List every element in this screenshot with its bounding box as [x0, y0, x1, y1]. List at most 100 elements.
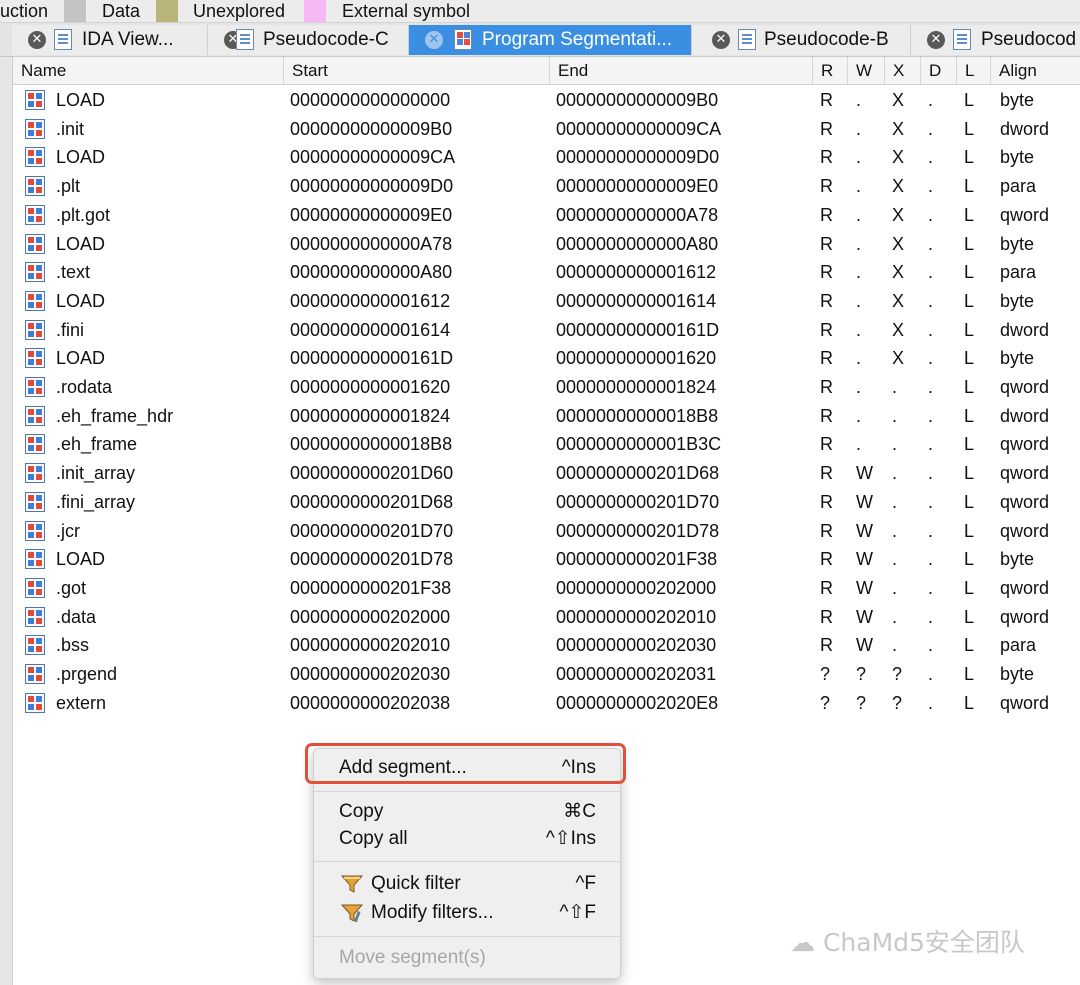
cell-d: .: [928, 377, 934, 397]
cell-l: L: [964, 204, 975, 225]
cell-end: 00000000000009B0: [556, 90, 719, 110]
cell-x: .: [892, 635, 898, 656]
table-row[interactable]: .fini 0000000000001614 000000000000161D R. X…: [13, 316, 1080, 345]
cell-d: .: [928, 118, 934, 139]
cell-r: R: [820, 176, 833, 197]
cell-align: byte: [1000, 290, 1035, 311]
table-row[interactable]: .eh_frame_hdr 0000000000001824 00000000000…: [13, 402, 1080, 431]
table-row[interactable]: extern 0000000000202038 00000000002020E8??…: [13, 689, 1080, 718]
cell-start: 0000000000202000: [290, 606, 451, 627]
column-header-r[interactable]: R: [813, 57, 848, 84]
column-header-start[interactable]: Start: [284, 57, 550, 84]
cell-x: .: [892, 520, 898, 541]
table-row[interactable]: .fini_array 0000000000201D68 0000000000201…: [13, 488, 1080, 517]
cell-w: W: [856, 635, 873, 656]
segment-color-legend: uction Data Unexplored External symbol: [0, 0, 1080, 23]
column-header-name[interactable]: Name: [13, 57, 284, 84]
cell-start: 00000000000009E0: [290, 204, 453, 225]
segment-icon: [25, 90, 45, 110]
column-header-l[interactable]: L: [957, 57, 991, 84]
cell-d: .: [928, 692, 934, 713]
tab-pseudocode[interactable]: ✕ Pseudocod: [911, 25, 1080, 55]
close-icon[interactable]: ✕: [425, 31, 443, 49]
table-row[interactable]: .prgend 0000000000202030 0000000000202031?…: [13, 660, 1080, 689]
table-row[interactable]: LOAD 0000000000000000 00000000000009B0 R. X.…: [13, 86, 1080, 115]
cell-d: .: [928, 664, 934, 684]
table-row[interactable]: LOAD 0000000000000A78 0000000000000A80 R. X.…: [13, 230, 1080, 259]
cell-r: R: [820, 262, 833, 283]
tab-pseudocode-b[interactable]: ✕ Pseudocode-B: [692, 25, 911, 55]
cell-name: .eh_frame: [56, 434, 138, 455]
tab-pseudocode-c[interactable]: ✕ Pseudocode-C: [208, 25, 409, 55]
cell-r: R: [820, 463, 833, 484]
cell-w: .: [856, 262, 862, 283]
cell-end: 0000000000202030: [556, 635, 717, 656]
cell-w: .: [856, 204, 862, 225]
cell-r: R: [820, 233, 833, 254]
cell-x: .: [892, 549, 898, 570]
cell-w: .: [856, 319, 862, 340]
cell-l: L: [964, 463, 975, 484]
table-row[interactable]: .plt.got 00000000000009E0 0000000000000A78…: [13, 201, 1080, 230]
table-row[interactable]: .bss 0000000000202010 0000000000202030 R W..…: [13, 631, 1080, 660]
cell-end: 00000000002020E8: [556, 692, 719, 713]
table-row[interactable]: .init 00000000000009B0 00000000000009CA R. X…: [13, 115, 1080, 144]
cell-l: L: [964, 118, 975, 139]
menu-item-move-segments: Move segment(s): [339, 947, 486, 968]
close-icon[interactable]: ✕: [28, 31, 46, 49]
cell-l: L: [964, 692, 975, 713]
close-icon[interactable]: ✕: [712, 31, 730, 49]
column-header-x[interactable]: X: [885, 57, 921, 84]
table-row[interactable]: .plt 00000000000009D0 00000000000009E0 R. X.…: [13, 172, 1080, 201]
cell-r: ?: [820, 664, 831, 684]
table-row[interactable]: LOAD 0000000000001612 0000000000001614 R. X.…: [13, 287, 1080, 316]
cell-start: 0000000000001614: [290, 319, 451, 340]
segment-icon: [25, 348, 45, 369]
cell-end: 0000000000001B3C: [556, 434, 722, 455]
cell-name: extern: [56, 692, 107, 713]
close-icon[interactable]: ✕: [927, 31, 945, 49]
table-row[interactable]: .data 0000000000202000 0000000000202010 R W.…: [13, 603, 1080, 632]
cell-name: .plt: [56, 176, 81, 197]
cell-l: L: [964, 233, 975, 254]
table-row[interactable]: .got 0000000000201F38 0000000000202000 R W..…: [13, 574, 1080, 603]
cell-start: 0000000000001824: [290, 405, 451, 426]
table-row[interactable]: .eh_frame 00000000000018B8 0000000000001B3…: [13, 430, 1080, 459]
column-header-w[interactable]: W: [848, 57, 885, 84]
cell-name: .text: [56, 262, 91, 283]
cell-name: .prgend: [56, 664, 118, 684]
cell-l: L: [964, 405, 975, 426]
tab-bar: ✕ IDA View... ✕ Pseudocode-C ✕ Program S…: [0, 23, 1080, 57]
table-row[interactable]: .rodata 0000000000001620 0000000000001824 R…: [13, 373, 1080, 402]
table-row[interactable]: .text 0000000000000A80 0000000000001612 R. X…: [13, 258, 1080, 287]
segment-icon: [25, 377, 45, 397]
tab-program-segmentation[interactable]: ✕ Program Segmentati...: [409, 25, 692, 55]
column-header-end[interactable]: End: [550, 57, 813, 84]
cell-start: 0000000000000A78: [290, 233, 453, 254]
segments-table-header: Name Start End R W X D L Align: [13, 57, 1080, 85]
table-row[interactable]: LOAD 00000000000009CA 00000000000009D0 R. X.…: [13, 143, 1080, 172]
menu-item-copy[interactable]: Copy ⌘C: [314, 798, 620, 826]
column-header-align[interactable]: Align: [991, 57, 1080, 84]
cell-start: 0000000000201D70: [290, 520, 454, 541]
cell-name: .jcr: [56, 520, 80, 541]
cell-align: qword: [1000, 377, 1050, 397]
menu-item-modify-filters[interactable]: Modify filters... ^⇧F: [314, 899, 620, 927]
cell-start: 00000000000009D0: [290, 176, 454, 197]
menu-item-copy-all[interactable]: Copy all ^⇧Ins: [314, 825, 620, 853]
cell-name: .rodata: [56, 377, 113, 397]
table-row[interactable]: LOAD 0000000000201D78 0000000000201F38 R W..…: [13, 545, 1080, 574]
cell-end: 0000000000001620: [556, 348, 717, 369]
cell-align: para: [1000, 262, 1037, 283]
segment-icon: [25, 577, 45, 598]
table-row[interactable]: .init_array 0000000000201D60 0000000000201…: [13, 459, 1080, 488]
table-row[interactable]: LOAD 000000000000161D 0000000000001620 R. X.…: [13, 344, 1080, 373]
menu-item-quick-filter[interactable]: Quick filter ^F: [314, 870, 620, 898]
cell-end: 0000000000000A78: [556, 204, 719, 225]
column-header-d[interactable]: D: [921, 57, 957, 84]
cell-x: .: [892, 405, 898, 426]
cell-end: 0000000000201D70: [556, 491, 720, 512]
tab-ida-view[interactable]: ✕ IDA View...: [12, 25, 208, 55]
table-row[interactable]: .jcr 0000000000201D70 0000000000201D78 R W..…: [13, 517, 1080, 546]
cell-w: .: [856, 377, 862, 397]
